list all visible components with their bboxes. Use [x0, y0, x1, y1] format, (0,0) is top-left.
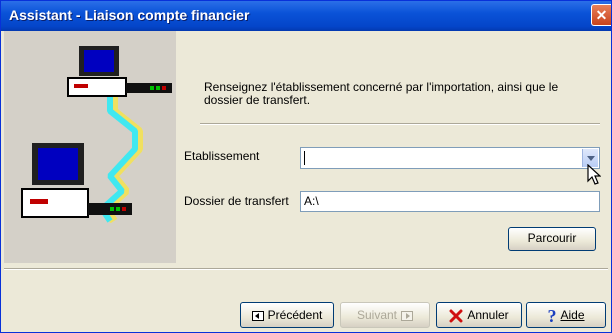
dossier-label: Dossier de transfert — [184, 194, 289, 208]
divider — [4, 268, 608, 270]
help-button[interactable]: ? Aide — [526, 302, 606, 328]
browse-button[interactable]: Parcourir — [508, 227, 596, 251]
dossier-field[interactable]: A:\ — [300, 191, 600, 212]
divider — [200, 123, 600, 125]
next-icon — [401, 310, 414, 321]
next-label: Suivant — [356, 308, 398, 322]
close-button[interactable]: ✕ — [591, 4, 611, 26]
text-caret — [304, 151, 305, 165]
illustration-panel — [4, 31, 176, 263]
intro-text: Renseignez l'établissement concerné par … — [204, 80, 559, 107]
previous-button[interactable]: Précédent — [240, 302, 334, 328]
title-bar[interactable]: Assistant - Liaison compte financier ✕ — [1, 1, 611, 31]
help-label: Aide — [560, 308, 585, 322]
help-question-icon: ? — [547, 305, 557, 326]
previous-label: Précédent — [267, 308, 323, 322]
close-icon: ✕ — [595, 7, 608, 23]
wizard-window: Assistant - Liaison compte financier ✕ R… — [0, 0, 612, 333]
window-title: Assistant - Liaison compte financier — [9, 7, 250, 23]
cancel-button[interactable]: Annuler — [436, 302, 522, 328]
mouse-cursor-icon — [587, 164, 601, 185]
dialog-body: Renseignez l'établissement concerné par … — [4, 31, 608, 331]
network-computers-icon — [21, 46, 172, 224]
next-button[interactable]: Suivant — [340, 302, 430, 328]
previous-icon — [251, 310, 264, 321]
etablissement-label: Etablissement — [184, 149, 260, 163]
etablissement-combobox[interactable] — [300, 147, 600, 169]
cancel-label: Annuler — [467, 308, 509, 322]
cancel-x-icon — [449, 309, 463, 323]
